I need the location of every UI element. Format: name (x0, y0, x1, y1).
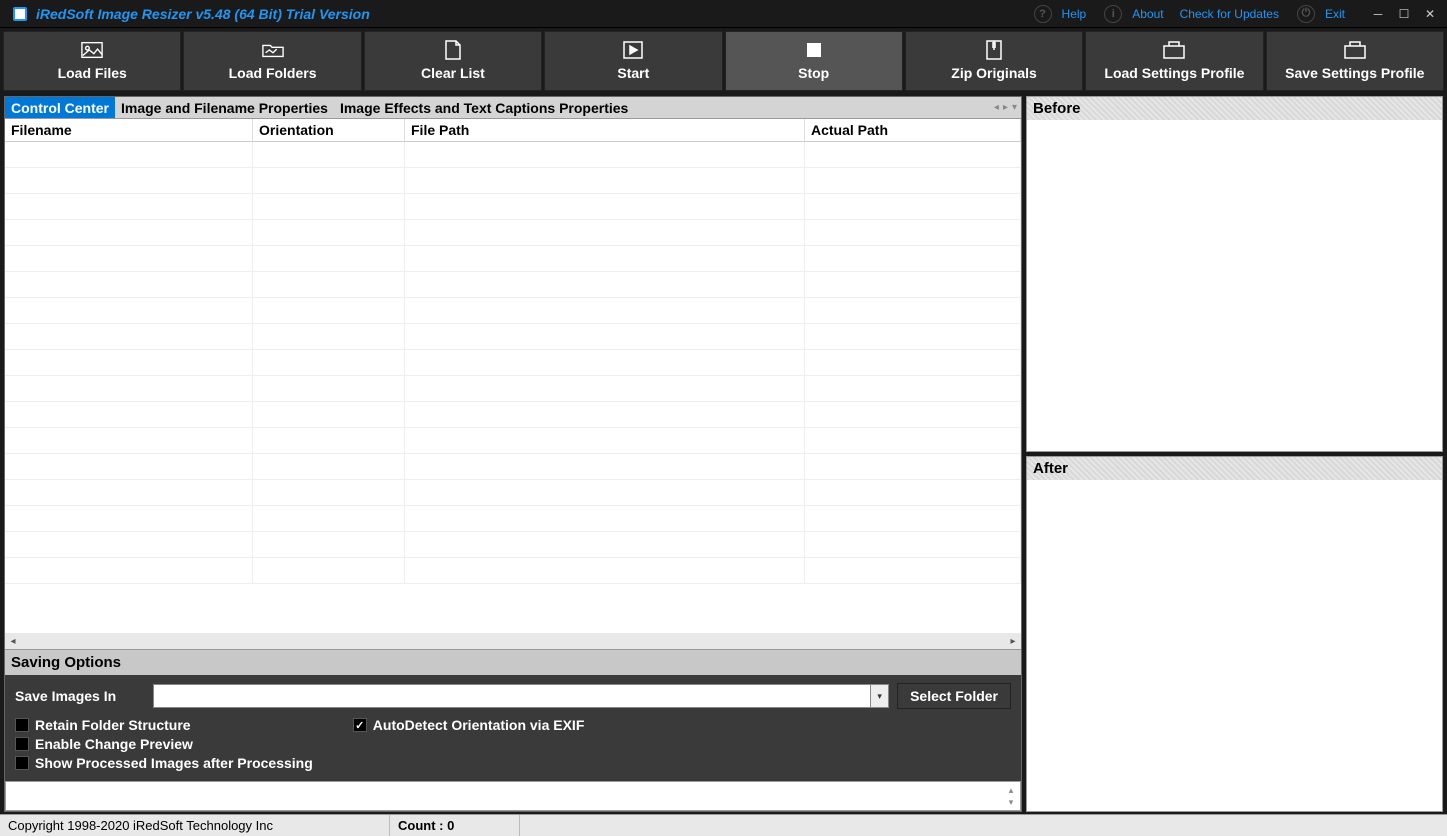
file-grid: Filename Orientation File Path Actual Pa… (5, 119, 1021, 649)
stop-icon (803, 41, 825, 59)
info-icon: i (1104, 5, 1122, 23)
autodetect-label: AutoDetect Orientation via EXIF (373, 717, 585, 733)
close-button[interactable]: ✕ (1417, 3, 1443, 25)
app-title: iRedSoft Image Resizer v5.48 (64 Bit) Tr… (36, 6, 370, 22)
table-row (5, 220, 1021, 246)
table-row (5, 506, 1021, 532)
tab-image-effects[interactable]: Image Effects and Text Captions Properti… (334, 97, 634, 118)
autodetect-checkbox[interactable]: AutoDetect Orientation via EXIF (353, 717, 585, 733)
zip-icon (983, 41, 1005, 59)
grid-body[interactable] (5, 142, 1021, 633)
table-row (5, 324, 1021, 350)
minimize-button[interactable]: ─ (1365, 3, 1391, 25)
col-filename[interactable]: Filename (5, 119, 253, 141)
table-row (5, 298, 1021, 324)
load-profile-button[interactable]: Load Settings Profile (1085, 31, 1263, 91)
table-row (5, 558, 1021, 584)
after-title: After (1027, 457, 1442, 480)
help-link[interactable]: Help (1062, 7, 1087, 21)
table-row (5, 480, 1021, 506)
before-preview-panel: Before (1026, 96, 1443, 452)
zip-originals-label: Zip Originals (951, 65, 1037, 81)
after-preview-area (1027, 480, 1442, 811)
image-file-icon (81, 41, 103, 59)
save-path-input[interactable] (153, 684, 871, 708)
load-folders-button[interactable]: Load Folders (183, 31, 361, 91)
table-row (5, 350, 1021, 376)
save-profile-button[interactable]: Save Settings Profile (1266, 31, 1444, 91)
about-link[interactable]: About (1132, 7, 1163, 21)
table-row (5, 272, 1021, 298)
tab-scroll-right-icon[interactable]: ▸ (1003, 102, 1008, 113)
toolbar: Load Files Load Folders Clear List Start… (0, 28, 1447, 94)
enable-preview-checkbox[interactable]: Enable Change Preview (15, 736, 313, 752)
tab-dropdown-icon[interactable]: ▾ (1012, 102, 1017, 113)
col-actualpath[interactable]: Actual Path (805, 119, 1021, 141)
table-row (5, 246, 1021, 272)
log-scroll-up-icon[interactable]: ▴ (1004, 784, 1018, 796)
horizontal-scrollbar[interactable]: ◂ ▸ (5, 633, 1021, 649)
table-row (5, 402, 1021, 428)
before-title: Before (1027, 97, 1442, 120)
tab-scroll-left-icon[interactable]: ◂ (994, 102, 999, 113)
load-profile-icon (1163, 41, 1185, 59)
table-row (5, 194, 1021, 220)
scroll-left-icon[interactable]: ◂ (5, 636, 21, 647)
table-row (5, 168, 1021, 194)
clear-list-button[interactable]: Clear List (364, 31, 542, 91)
tab-control-center[interactable]: Control Center (5, 97, 115, 118)
show-processed-checkbox[interactable]: Show Processed Images after Processing (15, 755, 313, 771)
clear-list-label: Clear List (421, 65, 485, 81)
count-text: Count : 0 (390, 815, 520, 836)
start-button[interactable]: Start (544, 31, 722, 91)
col-orientation[interactable]: Orientation (253, 119, 405, 141)
retain-folder-checkbox[interactable]: Retain Folder Structure (15, 717, 313, 733)
stop-button[interactable]: Stop (725, 31, 903, 91)
scroll-right-icon[interactable]: ▸ (1005, 636, 1021, 647)
log-scroll-down-icon[interactable]: ▾ (1004, 796, 1018, 808)
after-preview-panel: After (1026, 456, 1443, 812)
enable-preview-label: Enable Change Preview (35, 736, 193, 752)
save-images-in-label: Save Images In (15, 688, 145, 704)
load-folders-label: Load Folders (229, 65, 317, 81)
statusbar: Copyright 1998-2020 iRedSoft Technology … (0, 814, 1447, 836)
save-profile-icon (1344, 41, 1366, 59)
folder-icon (262, 41, 284, 59)
save-path-dropdown-icon[interactable]: ▾ (871, 684, 889, 708)
tabbar: Control Center Image and Filename Proper… (5, 97, 1021, 119)
saving-options-title: Saving Options (5, 650, 1021, 675)
play-icon (622, 41, 644, 59)
table-row (5, 532, 1021, 558)
saving-options-panel: Saving Options Save Images In ▾ Select F… (5, 649, 1021, 781)
col-filepath[interactable]: File Path (405, 119, 805, 141)
start-label: Start (617, 65, 649, 81)
log-output[interactable]: ▴ ▾ (5, 781, 1021, 811)
maximize-button[interactable]: ☐ (1391, 3, 1417, 25)
copyright-text: Copyright 1998-2020 iRedSoft Technology … (0, 815, 390, 836)
before-preview-area (1027, 120, 1442, 451)
zip-originals-button[interactable]: Zip Originals (905, 31, 1083, 91)
table-row (5, 428, 1021, 454)
titlebar: iRedSoft Image Resizer v5.48 (64 Bit) Tr… (0, 0, 1447, 28)
table-row (5, 376, 1021, 402)
tab-image-properties[interactable]: Image and Filename Properties (115, 97, 334, 118)
load-files-label: Load Files (58, 65, 127, 81)
table-row (5, 454, 1021, 480)
document-icon (442, 41, 464, 59)
retain-folder-label: Retain Folder Structure (35, 717, 191, 733)
exit-link[interactable]: Exit (1325, 7, 1345, 21)
load-files-button[interactable]: Load Files (3, 31, 181, 91)
load-profile-label: Load Settings Profile (1104, 65, 1244, 81)
stop-label: Stop (798, 65, 829, 81)
updates-link[interactable]: Check for Updates (1180, 7, 1279, 21)
help-icon: ? (1034, 5, 1052, 23)
show-processed-label: Show Processed Images after Processing (35, 755, 313, 771)
select-folder-button[interactable]: Select Folder (897, 683, 1011, 709)
save-profile-label: Save Settings Profile (1285, 65, 1424, 81)
app-icon (10, 4, 30, 24)
power-icon: ⏻ (1297, 5, 1315, 23)
table-row (5, 142, 1021, 168)
